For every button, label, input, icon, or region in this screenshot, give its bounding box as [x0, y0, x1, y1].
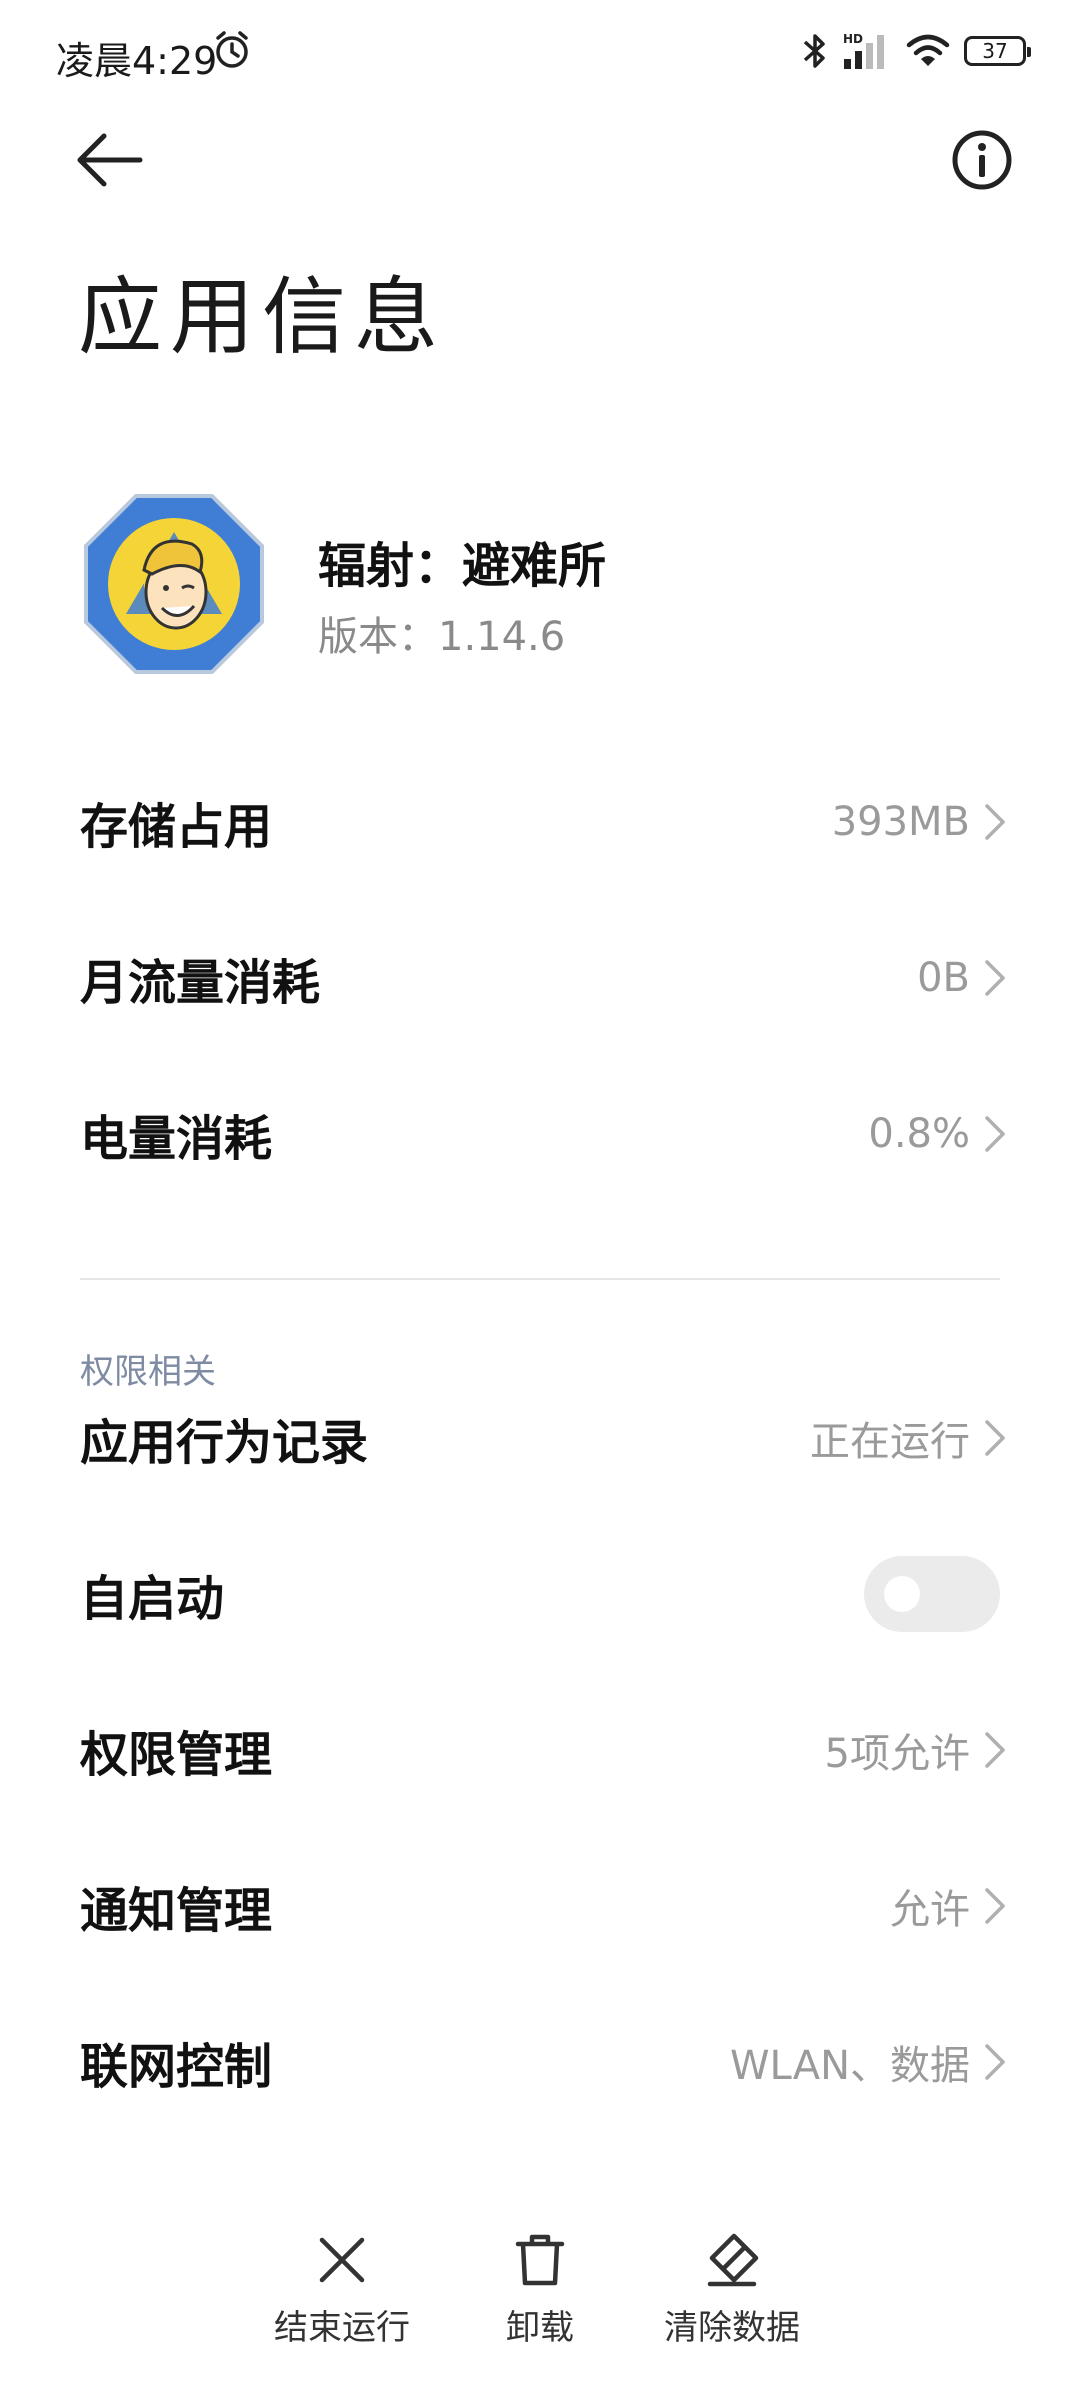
- battery-level: 37: [982, 39, 1008, 63]
- storage-row[interactable]: 存储占用 393MB: [0, 752, 1080, 892]
- chevron-right-icon: [985, 1116, 1005, 1152]
- action-label: 结束运行: [274, 2308, 410, 2348]
- autostart-row: 自启动: [0, 1524, 1080, 1664]
- chevron-right-icon: [985, 1732, 1005, 1768]
- battery-indicator: 37: [964, 36, 1031, 66]
- row-label: 存储占用: [80, 799, 273, 855]
- row-value: 0.8%: [868, 1111, 970, 1157]
- chevron-right-icon: [985, 1420, 1005, 1456]
- permission-management-row[interactable]: 权限管理 5项允许: [0, 1680, 1080, 1820]
- close-icon: [319, 2237, 365, 2283]
- row-label: 应用行为记录: [80, 1415, 369, 1471]
- action-label: 卸载: [506, 2308, 574, 2348]
- uninstall-button[interactable]: 卸载: [440, 2232, 640, 2349]
- page-title: 应用信息: [78, 268, 447, 366]
- row-value: 393MB: [831, 799, 970, 845]
- row-label: 电量消耗: [80, 1111, 273, 1167]
- row-value: 0B: [917, 955, 970, 1001]
- chevron-right-icon: [985, 804, 1005, 840]
- info-icon[interactable]: [950, 128, 1014, 192]
- row-value: 5项允许: [824, 1731, 970, 1777]
- force-stop-button[interactable]: 结束运行: [242, 2232, 442, 2349]
- autostart-toggle[interactable]: [864, 1556, 1000, 1632]
- app-version: 版本：1.14.6: [318, 614, 566, 660]
- app-icon: [84, 494, 264, 674]
- row-label: 联网控制: [80, 2039, 273, 2095]
- status-time: 凌晨4:29: [56, 39, 218, 83]
- row-label: 自启动: [80, 1571, 225, 1627]
- chevron-right-icon: [985, 2044, 1005, 2080]
- toggle-knob: [884, 1576, 920, 1612]
- cellular-signal-icon: HD: [843, 32, 884, 69]
- row-label: 通知管理: [80, 1883, 273, 1939]
- chevron-right-icon: [985, 960, 1005, 996]
- section-divider: [80, 1278, 1000, 1280]
- back-arrow-icon[interactable]: [74, 130, 144, 190]
- wifi-icon: [906, 34, 950, 66]
- app-name: 辐射：避难所: [318, 538, 607, 594]
- alarm-icon: [216, 31, 248, 68]
- eraser-icon: [707, 2233, 759, 2287]
- network-control-row[interactable]: 联网控制 WLAN、数据: [0, 1992, 1080, 2132]
- notification-management-row[interactable]: 通知管理 允许: [0, 1836, 1080, 1976]
- row-value: WLAN、数据: [729, 2043, 970, 2089]
- row-value: 正在运行: [810, 1419, 970, 1465]
- row-value: 允许: [890, 1887, 970, 1933]
- action-label: 清除数据: [664, 2308, 800, 2348]
- row-label: 权限管理: [80, 1727, 273, 1783]
- data-usage-row[interactable]: 月流量消耗 0B: [0, 908, 1080, 1048]
- app-behavior-row[interactable]: 应用行为记录 正在运行: [0, 1368, 1080, 1508]
- row-label: 月流量消耗: [80, 955, 321, 1011]
- chevron-right-icon: [985, 1888, 1005, 1924]
- clear-data-button[interactable]: 清除数据: [632, 2232, 832, 2349]
- hd-label: HD: [843, 32, 863, 46]
- status-icons: HD 37: [802, 28, 1031, 74]
- battery-usage-row[interactable]: 电量消耗 0.8%: [0, 1064, 1080, 1204]
- bluetooth-icon: [803, 34, 825, 68]
- trash-icon: [515, 2234, 565, 2286]
